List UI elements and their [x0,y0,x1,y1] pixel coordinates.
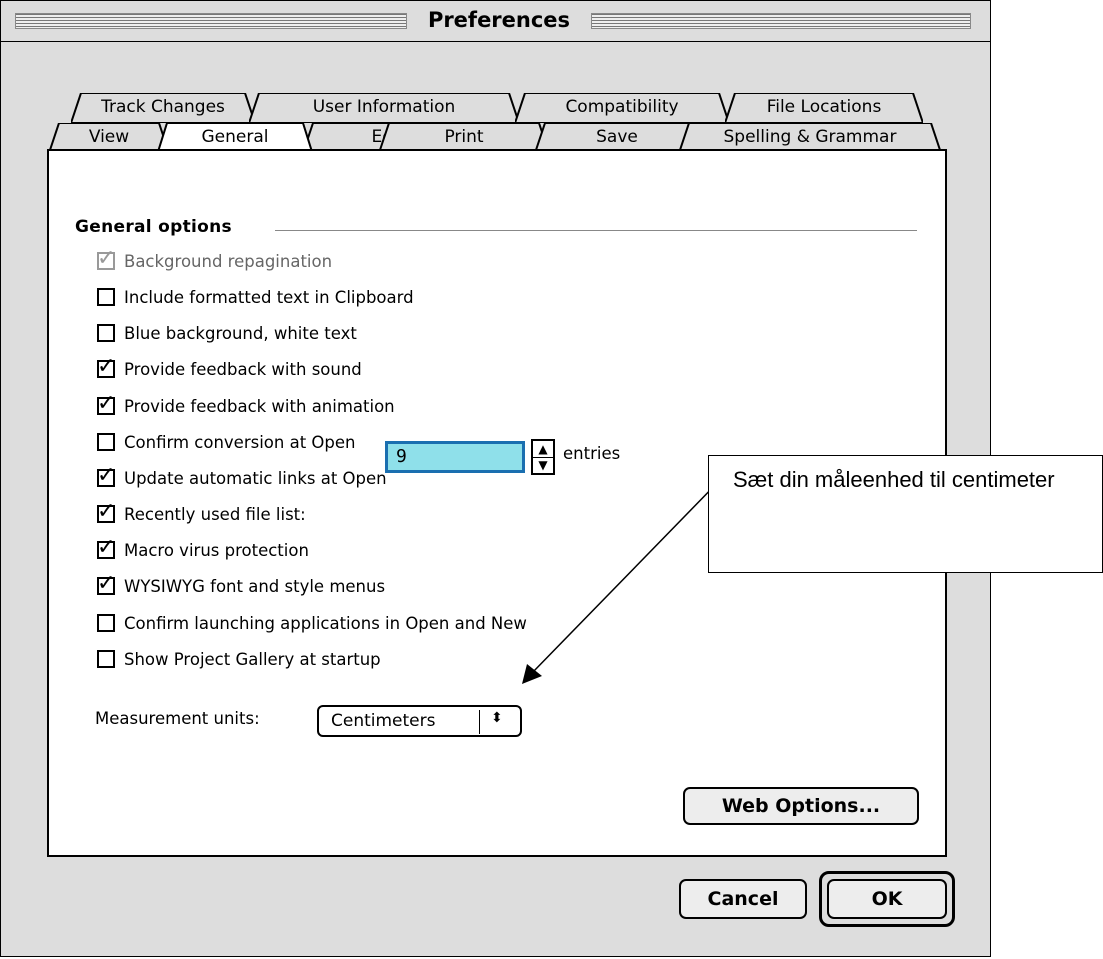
option-update-links[interactable]: ✓ Update automatic links at Open [97,465,387,490]
option-recently-used-files[interactable]: ✓ Recently used file list: [97,501,306,526]
option-confirm-conversion[interactable]: Confirm conversion at Open [97,430,355,454]
option-include-formatted-text[interactable]: Include formatted text in Clipboard [97,285,414,309]
entries-label: entries [563,444,621,463]
group-divider [275,230,917,231]
tab-compatibility[interactable]: Compatibility [515,93,729,123]
option-label: Background repagination [124,251,333,271]
tab-label: Compatibility [565,97,679,117]
option-feedback-animation[interactable]: ✓ Provide feedback with animation [97,393,395,418]
measurement-units-select[interactable]: Centimeters ⬍ [317,705,522,737]
option-feedback-sound[interactable]: ✓ Provide feedback with sound [97,356,362,381]
option-label: Show Project Gallery at startup [124,649,381,669]
updown-chevron-icon: ⬍ [491,710,503,726]
checkbox[interactable]: ✓ [97,248,115,270]
option-background-repagination[interactable]: ✓ Background repagination [97,248,333,273]
recent-files-stepper[interactable]: ▲ ▼ [531,439,555,475]
option-project-gallery[interactable]: Show Project Gallery at startup [97,647,381,671]
checkbox[interactable]: ✓ [97,465,115,487]
checkbox[interactable] [97,433,115,451]
down-arrow-icon[interactable]: ▼ [533,457,553,473]
measurement-units-value: Centimeters [331,711,436,731]
option-label: WYSIWYG font and style menus [124,576,386,596]
up-arrow-icon[interactable]: ▲ [533,441,553,458]
tab-label: Save [596,127,638,147]
check-mark-icon: ✓ [97,571,116,596]
check-mark-icon: ✓ [97,499,116,524]
checkbox[interactable] [97,650,115,668]
option-label: Confirm conversion at Open [124,432,356,452]
tab-label: Spelling & Grammar [723,127,897,147]
annotation-callout: Sæt din måleenhed til centimeter [708,455,1103,573]
tab-label: View [88,127,130,147]
checkbox[interactable] [97,324,115,342]
option-label: Update automatic links at Open [124,468,387,488]
select-divider [479,710,480,734]
option-macro-virus-protection[interactable]: ✓ Macro virus protection [97,537,309,562]
title-bar-stripes-left [15,13,407,29]
tab-label: Track Changes [101,97,225,117]
option-label: Recently used file list: [124,504,306,524]
tab-track-changes[interactable]: Track Changes [71,93,255,123]
tab-user-information[interactable]: User Information [249,93,519,123]
recent-files-count-input[interactable]: 9 [385,441,525,473]
checkbox[interactable]: ✓ [97,393,115,415]
option-label: Provide feedback with sound [124,359,362,379]
checkbox[interactable]: ✓ [97,573,115,595]
checkbox[interactable] [97,614,115,632]
tab-file-locations[interactable]: File Locations [725,93,923,123]
option-label: Macro virus protection [124,540,309,560]
title-bar[interactable]: Preferences [1,1,990,42]
web-options-button[interactable]: Web Options... [683,787,919,825]
option-label: Include formatted text in Clipboard [124,287,414,307]
checkbox[interactable] [97,288,115,306]
title-bar-stripes-right [591,13,971,29]
tab-label: User Information [312,97,456,117]
tab-label: File Locations [766,97,882,117]
check-mark-icon: ✓ [97,463,116,488]
tab-label: Print [444,127,484,147]
option-label: Blue background, white text [124,323,357,343]
check-mark-icon: ✓ [97,246,116,271]
callout-text: Sæt din måleenhed til centimeter [733,467,1055,492]
check-mark-icon: ✓ [97,391,116,416]
ok-button[interactable]: OK [827,879,947,919]
cancel-button[interactable]: Cancel [679,879,807,919]
option-blue-background[interactable]: Blue background, white text [97,321,357,345]
check-mark-icon: ✓ [97,354,116,379]
checkbox[interactable]: ✓ [97,356,115,378]
checkbox[interactable]: ✓ [97,501,115,523]
measurement-units-label: Measurement units: [95,709,260,728]
check-mark-icon: ✓ [97,535,116,560]
tab-label: General [201,127,269,147]
window-title: Preferences [427,8,571,32]
option-confirm-launching[interactable]: Confirm launching applications in Open a… [97,611,527,635]
option-wysiwyg-menus[interactable]: ✓ WYSIWYG font and style menus [97,573,386,598]
checkbox[interactable]: ✓ [97,537,115,559]
option-label: Confirm launching applications in Open a… [124,613,527,633]
option-label: Provide feedback with animation [124,396,395,416]
group-title: General options [75,217,232,237]
